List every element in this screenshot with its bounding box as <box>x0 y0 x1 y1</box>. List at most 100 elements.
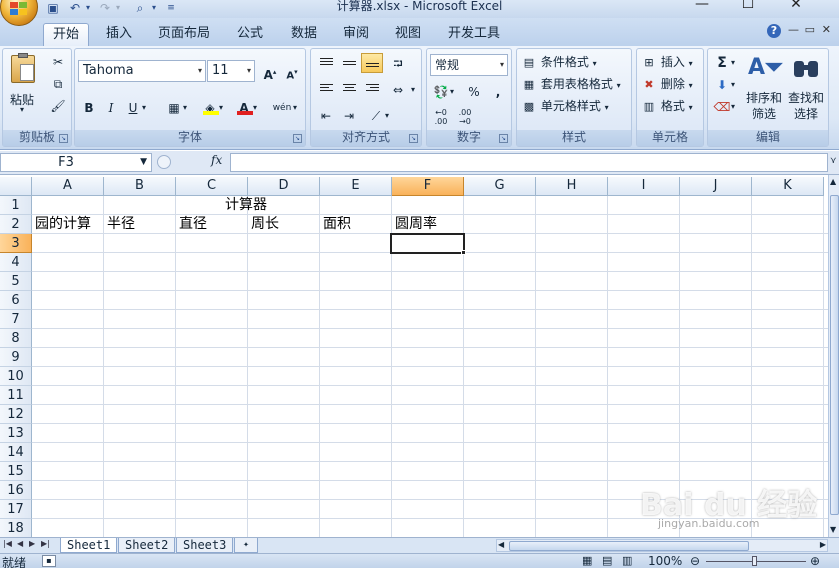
expand-handle-icon[interactable] <box>157 155 171 169</box>
fill-color-dropdown-icon[interactable]: ▾ <box>215 97 227 117</box>
next-sheet-icon[interactable]: ▶ <box>29 539 35 548</box>
cell-styles-button[interactable]: ▩ 单元格样式 ▾ <box>521 97 609 117</box>
first-sheet-icon[interactable]: |◀ <box>3 539 12 548</box>
fill-dropdown-icon[interactable]: ▾ <box>727 74 739 94</box>
decrease-indent-icon[interactable]: ⇤ <box>315 105 337 125</box>
shrink-font-icon[interactable]: A▾ <box>281 61 303 81</box>
merge-dropdown-icon[interactable]: ▾ <box>407 79 419 99</box>
tab-review[interactable]: 审阅 <box>334 23 378 46</box>
row-header-9[interactable]: 9 <box>0 348 32 367</box>
grow-font-icon[interactable]: A▴ <box>259 61 281 82</box>
format-painter-icon[interactable]: 🖌 <box>47 95 69 115</box>
align-center-icon[interactable] <box>338 79 360 99</box>
page-break-view-icon[interactable]: ▥ <box>622 554 632 567</box>
row-header-1[interactable]: 1 <box>0 196 32 215</box>
sheet-tab-3[interactable]: Sheet3 <box>176 538 234 553</box>
last-sheet-icon[interactable]: ▶| <box>41 539 50 548</box>
percent-icon[interactable]: % <box>463 81 485 101</box>
cell-c2[interactable]: 直径 <box>176 215 207 234</box>
tab-view[interactable]: 视图 <box>386 23 430 46</box>
vertical-scroll-thumb[interactable] <box>830 195 839 515</box>
row-header-2[interactable]: 2 <box>0 215 32 234</box>
help-icon[interactable]: ? <box>767 24 781 38</box>
scroll-up-icon[interactable]: ▲ <box>830 177 836 186</box>
bold-button[interactable]: B <box>78 97 100 117</box>
format-as-table-button[interactable]: ▦ 套用表格格式 ▾ <box>521 75 621 95</box>
insert-sheet-icon[interactable]: ✦ <box>234 538 258 553</box>
tab-page-layout[interactable]: 页面布局 <box>150 23 218 46</box>
format-cells-button[interactable]: ▥ 格式 ▾ <box>641 97 693 117</box>
align-top-icon[interactable] <box>315 53 337 73</box>
autosum-dropdown-icon[interactable]: ▾ <box>727 52 739 72</box>
macro-record-icon[interactable]: ▪ <box>42 555 56 567</box>
decrease-decimal-icon[interactable]: .00 →0 <box>454 107 476 127</box>
ribbon-restore-icon[interactable]: ▭ <box>805 23 815 36</box>
column-header-g[interactable]: G <box>464 177 536 196</box>
cell-d2[interactable]: 周长 <box>248 215 279 234</box>
scroll-left-icon[interactable]: ◀ <box>498 540 504 549</box>
row-header-4[interactable]: 4 <box>0 253 32 272</box>
horizontal-scrollbar[interactable]: ◀ ▶ <box>496 539 828 552</box>
row-header-17[interactable]: 17 <box>0 500 32 519</box>
active-cell-f3[interactable] <box>390 233 465 254</box>
font-launcher-icon[interactable]: ↘ <box>293 134 302 143</box>
maximize-button[interactable]: ☐ <box>738 0 758 14</box>
column-header-i[interactable]: I <box>608 177 680 196</box>
row-header-15[interactable]: 15 <box>0 462 32 481</box>
row-header-18[interactable]: 18 <box>0 519 32 537</box>
page-layout-view-icon[interactable]: ▤ <box>602 554 612 567</box>
phonetic-dropdown-icon[interactable]: ▾ <box>289 97 301 117</box>
row-header-12[interactable]: 12 <box>0 405 32 424</box>
formula-bar-expand-icon[interactable]: ⋎ <box>830 156 837 166</box>
row-header-13[interactable]: 13 <box>0 424 32 443</box>
tab-data[interactable]: 数据 <box>282 23 326 46</box>
clear-dropdown-icon[interactable]: ▾ <box>727 96 739 116</box>
select-all-button[interactable] <box>0 177 32 196</box>
fill-handle[interactable] <box>461 250 466 255</box>
zoom-in-icon[interactable]: ⊕ <box>810 554 820 568</box>
column-header-f[interactable]: F <box>392 177 464 196</box>
row-header-11[interactable]: 11 <box>0 386 32 405</box>
ribbon-close-icon[interactable]: ✕ <box>822 23 831 36</box>
zoom-slider-thumb[interactable] <box>752 556 757 566</box>
sheet-tab-1[interactable]: Sheet1 <box>60 538 118 553</box>
delete-cells-button[interactable]: ✖ 删除 ▾ <box>641 75 692 95</box>
normal-view-icon[interactable]: ▦ <box>582 554 592 567</box>
column-header-d[interactable]: D <box>248 177 320 196</box>
tab-insert[interactable]: 插入 <box>97 23 141 46</box>
scroll-down-icon[interactable]: ▼ <box>830 525 836 534</box>
column-header-c[interactable]: C <box>176 177 248 196</box>
align-left-icon[interactable] <box>315 79 337 99</box>
font-size-box[interactable]: 11 ▾ <box>207 60 255 82</box>
zoom-out-icon[interactable]: ⊖ <box>690 554 700 568</box>
row-header-6[interactable]: 6 <box>0 291 32 310</box>
paste-button[interactable]: 粘贴 ▾ <box>8 53 38 114</box>
formula-input[interactable] <box>230 153 828 172</box>
row-header-5[interactable]: 5 <box>0 272 32 291</box>
clipboard-launcher-icon[interactable]: ↘ <box>59 134 68 143</box>
cell-b2[interactable]: 半径 <box>104 215 135 234</box>
row-header-3[interactable]: 3 <box>0 234 32 253</box>
number-launcher-icon[interactable]: ↘ <box>499 134 508 143</box>
align-right-icon[interactable] <box>361 79 383 99</box>
column-header-a[interactable]: A <box>32 177 104 196</box>
tab-developer[interactable]: 开发工具 <box>440 23 508 46</box>
align-middle-icon[interactable] <box>338 53 360 73</box>
column-header-h[interactable]: H <box>536 177 608 196</box>
row-header-16[interactable]: 16 <box>0 481 32 500</box>
align-bottom-icon[interactable] <box>361 53 383 73</box>
horizontal-scroll-thumb[interactable] <box>509 541 749 551</box>
underline-dropdown-icon[interactable]: ▾ <box>138 97 150 117</box>
scroll-right-icon[interactable]: ▶ <box>820 540 826 549</box>
cell-a2[interactable]: 园的计算 <box>32 215 91 234</box>
vertical-scrollbar[interactable]: ▲ ▼ <box>828 175 839 537</box>
font-name-box[interactable]: Tahoma ▾ <box>78 60 206 82</box>
sheet-tab-2[interactable]: Sheet2 <box>118 538 176 553</box>
column-header-e[interactable]: E <box>320 177 392 196</box>
cell-c1[interactable]: 计算器 <box>222 196 267 215</box>
comma-icon[interactable]: , <box>487 81 509 101</box>
insert-function-icon[interactable]: fx <box>211 153 222 167</box>
cell-e2[interactable]: 面积 <box>320 215 351 234</box>
find-select-button[interactable]: 查找和 选择 <box>786 51 826 129</box>
minimize-button[interactable]: — <box>692 0 712 14</box>
